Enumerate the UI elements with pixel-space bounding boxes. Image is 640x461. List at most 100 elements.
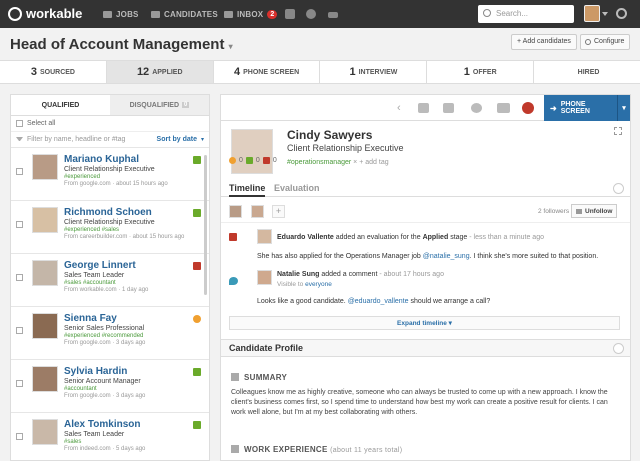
evaluate-icon[interactable] (497, 103, 510, 113)
stage-label: PHONE SCREEN (243, 68, 300, 76)
candidate-item[interactable]: George Linnert Sales Team Leader #sales … (11, 253, 209, 306)
candidate-checkbox[interactable] (16, 221, 23, 228)
work-heading-label: WORK EXPERIENCE (244, 445, 328, 454)
page-title[interactable]: Head of Account Management ▾ (10, 36, 233, 53)
previous-icon[interactable]: ‹ (397, 102, 401, 114)
search-icon (483, 9, 491, 17)
add-tag-link[interactable]: + add tag (359, 159, 388, 166)
chevron-down-icon[interactable]: ▾ (616, 95, 630, 121)
comment-body-text: Looks like a good candidate. (257, 298, 346, 305)
tab-timeline[interactable]: Timeline (229, 183, 266, 197)
disqualify-icon[interactable] (522, 102, 534, 114)
filter-input[interactable]: Filter by name, headline or #tag (27, 136, 125, 143)
chevron-down-icon[interactable] (602, 12, 608, 16)
select-all-checkbox[interactable] (16, 120, 23, 127)
mention-link[interactable]: @natalie_sung (423, 253, 470, 260)
stage-interview[interactable]: 1 INTERVIEW (320, 61, 428, 83)
candidate-item[interactable]: Mariano Kuphal Client Relationship Execu… (11, 147, 209, 200)
eval-stage-suffix: stage (450, 234, 468, 241)
workable-logo[interactable]: workable (8, 6, 82, 21)
candidate-item[interactable]: Sylvia Hardin Senior Account Manager #ac… (11, 359, 209, 412)
candidate-checkbox[interactable] (16, 168, 23, 175)
fullscreen-icon[interactable] (614, 127, 622, 135)
candidate-job: Senior Sales Professional (64, 325, 145, 332)
stage-label: HIRED (577, 68, 600, 76)
candidate-item[interactable]: Richmond Schoen Client Relationship Exec… (11, 200, 209, 253)
stage-applied[interactable]: 12 APPLIED (106, 61, 214, 83)
thumbs-up-icon (193, 156, 201, 164)
stage-sourced[interactable]: 3 SOURCED (0, 61, 107, 83)
candidate-tags[interactable]: #experienced #sales (64, 227, 184, 233)
tab-qualified[interactable]: QUALIFIED (11, 95, 110, 115)
follower-avatar[interactable] (229, 205, 242, 218)
candidate-name[interactable]: Mariano Kuphal (64, 154, 168, 165)
expand-timeline-button[interactable]: Expand timeline ▾ (229, 316, 620, 330)
candidate-checkbox[interactable] (16, 274, 23, 281)
candidate-checkbox[interactable] (16, 327, 23, 334)
comment-icon[interactable] (471, 103, 482, 113)
candidate-job: Sales Team Leader (64, 431, 125, 438)
gear-icon (585, 39, 591, 45)
candidate-item[interactable]: Alex Tomkinson Sales Team Leader #sales … (11, 412, 209, 461)
stage-phone-screen[interactable]: 4 PHONE SCREEN (214, 61, 321, 83)
nav-candidates[interactable]: CANDIDATES (151, 0, 218, 28)
reports-icon[interactable] (306, 9, 316, 19)
inbox-icon (224, 10, 233, 18)
visibility-link[interactable]: everyone (305, 281, 332, 288)
eval-author[interactable]: Eduardo Vallente (277, 234, 334, 241)
comment-body-end: should we arrange a call? (410, 298, 491, 305)
candidate-name[interactable]: Sienna Fay (64, 313, 145, 324)
stage-count: 1 (463, 66, 470, 78)
add-candidates-button[interactable]: + Add candidates (511, 34, 577, 50)
comment-visibility: Visible to everyone (277, 281, 332, 288)
search-input[interactable]: Search... (478, 5, 574, 23)
candidate-tags[interactable]: #sales (64, 439, 145, 445)
candidate-name[interactable]: George Linnert (64, 260, 148, 271)
candidate-name[interactable]: Richmond Schoen (64, 207, 184, 218)
mention-link[interactable]: @eduardo_vallente (348, 298, 409, 305)
candidate-tags[interactable]: #experienced (64, 174, 168, 180)
candidate-profile-header: Candidate Profile (221, 339, 630, 357)
candidate-checkbox[interactable] (16, 433, 23, 440)
calendar-icon[interactable] (443, 103, 454, 113)
candidate-photo-large (231, 129, 273, 174)
user-avatar[interactable] (584, 5, 600, 22)
stage-offer[interactable]: 1 OFFER (427, 61, 535, 83)
tag-chip[interactable]: #operationsmanager (287, 159, 351, 166)
move-to-phone-screen-button[interactable]: ➜ PHONE SCREEN ▾ (544, 95, 630, 121)
sort-dropdown[interactable]: Sort by date (157, 136, 197, 143)
tab-disqualified[interactable]: DISQUALIFIED 0 (110, 95, 209, 115)
nav-inbox[interactable]: INBOX 2 (224, 0, 278, 28)
candidate-checkbox[interactable] (16, 380, 23, 387)
nav-inbox-label: INBOX (237, 9, 264, 19)
candidate-tags[interactable]: #accountant (64, 386, 145, 392)
unfollow-button[interactable]: Unfollow (571, 204, 618, 218)
follower-avatar[interactable] (251, 205, 264, 218)
logo-text: workable (26, 6, 83, 21)
configure-button[interactable]: Configure (580, 34, 631, 50)
briefcase-icon (231, 445, 239, 453)
candidate-item[interactable]: Sienna Fay Senior Sales Professional #ex… (11, 306, 209, 359)
email-icon[interactable] (418, 103, 429, 113)
summary-icon (231, 373, 239, 381)
candidate-tags[interactable]: #sales #accountant (64, 280, 148, 286)
remove-tag-icon[interactable]: × (353, 159, 357, 166)
add-follower-icon[interactable]: + (272, 205, 285, 218)
list-scrollbar[interactable] (204, 155, 207, 295)
activity-icon[interactable] (328, 12, 338, 18)
collapse-icon[interactable] (613, 343, 624, 354)
calendar-icon[interactable] (285, 9, 295, 19)
candidate-name[interactable]: Alex Tomkinson (64, 419, 145, 430)
gear-icon[interactable] (616, 8, 627, 19)
comment-author[interactable]: Natalie Sung (277, 271, 319, 278)
candidate-tags[interactable]: #experienced #recommended (64, 333, 145, 339)
stage-hired[interactable]: HIRED (534, 61, 640, 83)
candidate-source: From indeed.com · 5 days ago (64, 446, 146, 452)
candidate-name[interactable]: Sylvia Hardin (64, 366, 145, 377)
tab-evaluation[interactable]: Evaluation (274, 183, 320, 193)
disqualified-count: 0 (182, 102, 190, 108)
nav-jobs[interactable]: JOBS (103, 0, 139, 28)
collapse-icon[interactable] (613, 183, 624, 194)
thumbs-down-icon (262, 157, 270, 164)
configure-label: Configure (594, 38, 625, 45)
